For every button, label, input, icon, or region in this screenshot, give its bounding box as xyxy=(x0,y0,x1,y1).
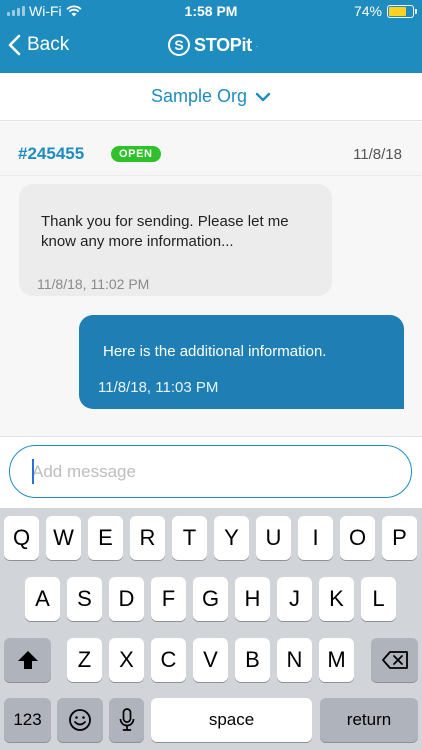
key-r[interactable]: R xyxy=(130,516,165,560)
key-l[interactable]: L xyxy=(361,577,396,621)
message-input[interactable] xyxy=(9,445,412,498)
key-m[interactable]: M xyxy=(319,638,354,682)
message-time: 11/8/18, 11:02 PM xyxy=(37,276,150,292)
message-text: Thank you for sending. Please let me kno… xyxy=(41,213,289,250)
logo-trademark: . xyxy=(255,41,258,49)
keyboard: Q W E R T Y U I O P A S D F G H J K L Z … xyxy=(0,508,422,750)
message-time: 11/8/18, 11:03 PM xyxy=(98,379,219,396)
message-text: Here is the additional information. xyxy=(103,343,327,360)
key-s[interactable]: S xyxy=(67,577,102,621)
key-x[interactable]: X xyxy=(109,638,144,682)
ticket-id: #245455 xyxy=(18,144,85,163)
message-list[interactable]: Thank you for sending. Please let me kno… xyxy=(0,176,422,436)
space-key[interactable]: space xyxy=(151,698,312,742)
back-label: Back xyxy=(27,34,70,55)
key-a[interactable]: A xyxy=(25,577,60,621)
battery-icon xyxy=(387,4,417,18)
key-e[interactable]: E xyxy=(88,516,123,560)
key-i[interactable]: I xyxy=(298,516,333,560)
key-h[interactable]: H xyxy=(235,577,270,621)
return-key[interactable]: return xyxy=(320,698,418,742)
ticket-date: 11/8/18 xyxy=(353,146,402,163)
delete-key[interactable] xyxy=(371,638,418,682)
chevron-down-icon xyxy=(255,92,271,101)
nav-bar: Back S STOPit . xyxy=(0,28,422,68)
emoji-key[interactable] xyxy=(57,698,103,742)
key-z[interactable]: Z xyxy=(67,638,102,682)
logo-mark: S xyxy=(168,34,190,56)
emoji-icon xyxy=(69,709,91,731)
text-caret xyxy=(32,459,34,484)
backspace-icon xyxy=(381,651,408,669)
app-logo: S STOPit . xyxy=(168,34,258,56)
battery-fill xyxy=(389,6,407,16)
key-b[interactable]: B xyxy=(235,638,270,682)
key-d[interactable]: D xyxy=(109,577,144,621)
numbers-key[interactable]: 123 xyxy=(4,698,51,742)
incoming-message: Thank you for sending. Please let me kno… xyxy=(19,184,332,296)
key-w[interactable]: W xyxy=(46,516,81,560)
logo-text: STOPit xyxy=(194,34,252,55)
status-bar: Wi-Fi 1:58 PM 74% xyxy=(0,0,422,24)
key-p[interactable]: P xyxy=(382,516,417,560)
key-f[interactable]: F xyxy=(151,577,186,621)
key-c[interactable]: C xyxy=(151,638,186,682)
key-k[interactable]: K xyxy=(319,577,354,621)
status-badge: OPEN xyxy=(111,146,161,162)
battery-group: 74% xyxy=(353,3,417,19)
outgoing-message: Here is the additional information. 11/8… xyxy=(79,315,404,409)
chevron-left-icon xyxy=(8,34,21,56)
key-o[interactable]: O xyxy=(340,516,375,560)
key-v[interactable]: V xyxy=(193,638,228,682)
key-t[interactable]: T xyxy=(172,516,207,560)
back-button[interactable]: Back xyxy=(8,34,69,56)
dictation-key[interactable] xyxy=(109,698,144,742)
battery-percent: 74% xyxy=(353,3,382,19)
key-q[interactable]: Q xyxy=(4,516,39,560)
shift-icon xyxy=(17,651,38,669)
ticket-header: #245455 OPEN 11/8/18 xyxy=(0,122,422,176)
app-header: Wi-Fi 1:58 PM 74% Back S STOPit . xyxy=(0,0,422,73)
key-n[interactable]: N xyxy=(277,638,312,682)
org-name: Sample Org xyxy=(150,86,248,106)
composer xyxy=(0,436,422,508)
shift-key[interactable] xyxy=(4,638,51,682)
key-y[interactable]: Y xyxy=(214,516,249,560)
microphone-icon xyxy=(119,708,134,731)
key-u[interactable]: U xyxy=(256,516,291,560)
key-g[interactable]: G xyxy=(193,577,228,621)
org-selector[interactable]: Sample Org xyxy=(0,73,422,121)
key-j[interactable]: J xyxy=(277,577,312,621)
